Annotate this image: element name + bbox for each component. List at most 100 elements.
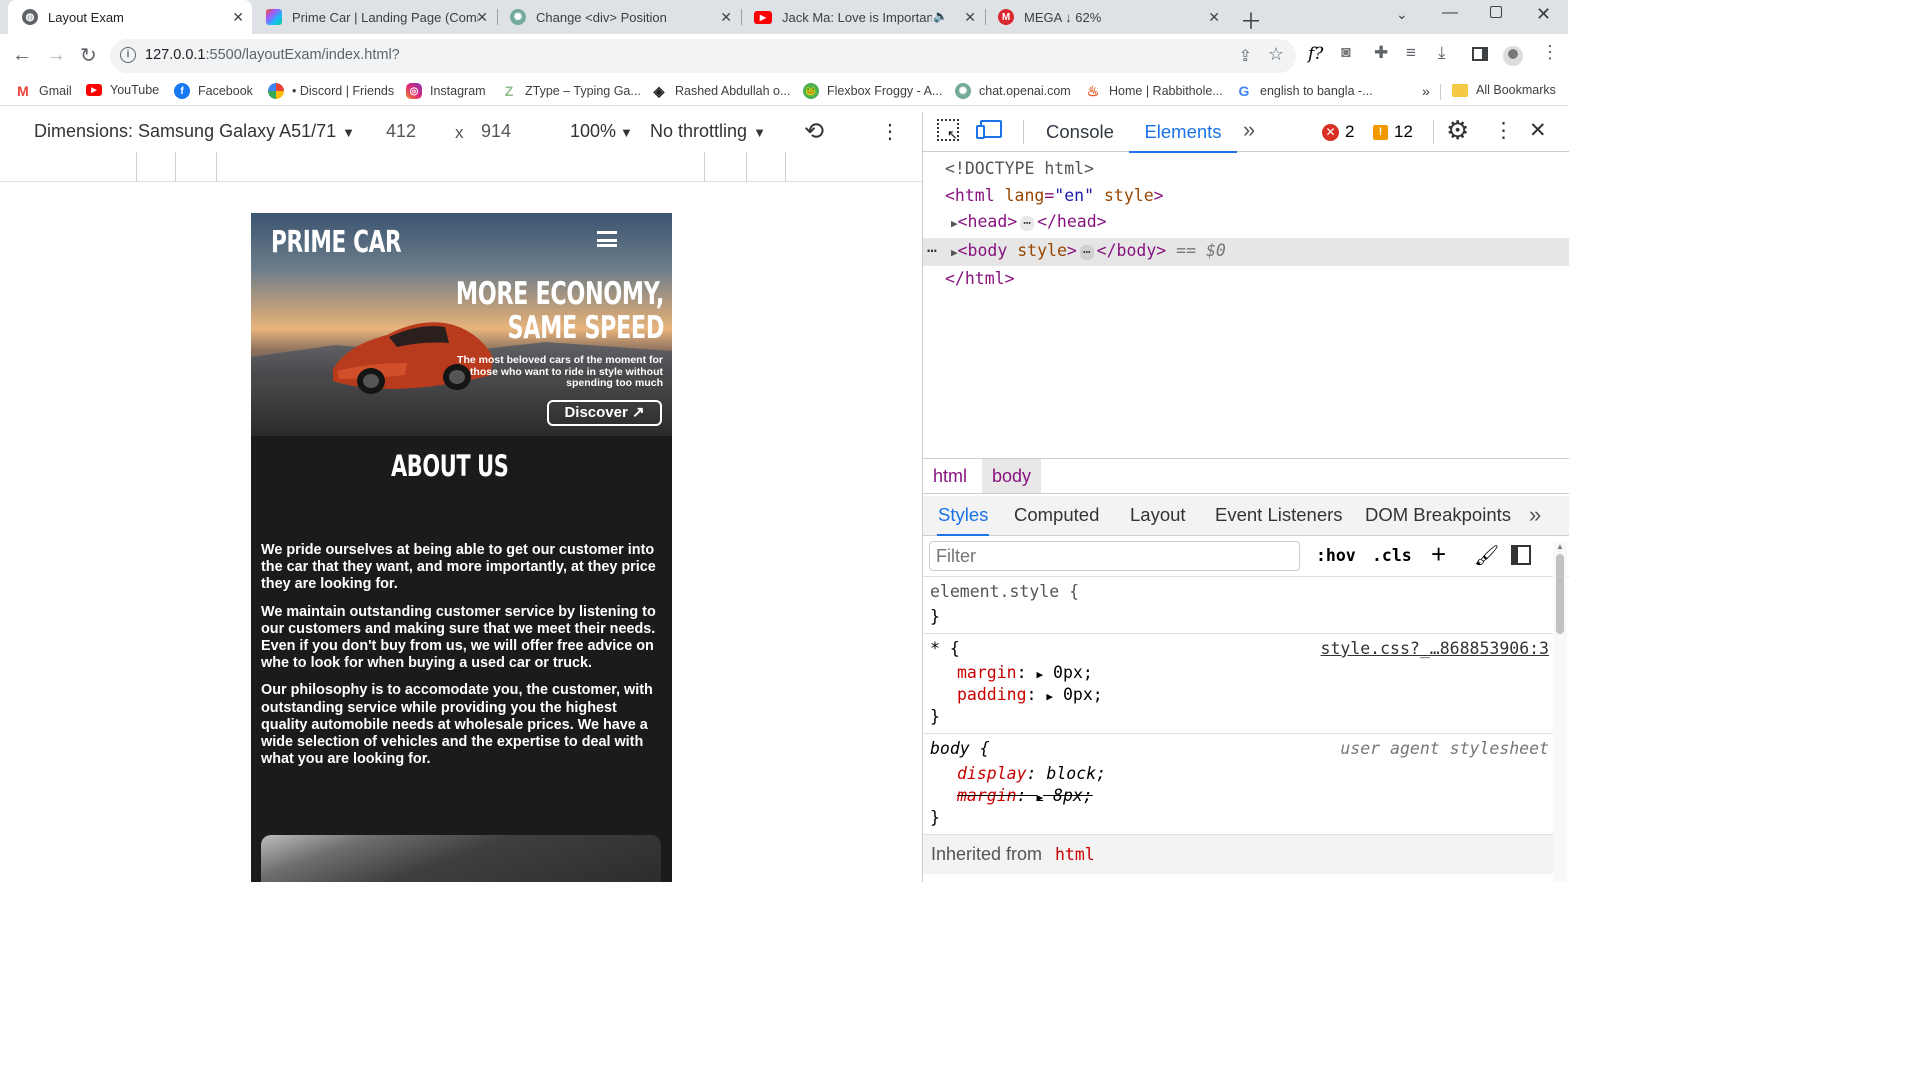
tab-change-div[interactable]: ✺ Change <div> Position ✕ bbox=[496, 0, 740, 34]
dom-row-menu-icon[interactable]: ⋯ bbox=[927, 238, 937, 265]
subtab-event-listeners[interactable]: Event Listeners bbox=[1215, 496, 1343, 534]
paint-brush-icon[interactable]: 🖌 bbox=[1474, 543, 1499, 568]
width-input[interactable]: 412 bbox=[386, 121, 416, 142]
url-text[interactable]: 127.0.0.1:5500/layoutExam/index.html? bbox=[145, 47, 400, 63]
styles-filter-input[interactable] bbox=[929, 541, 1300, 571]
speaker-icon[interactable]: 🔈 bbox=[933, 9, 948, 23]
rule-source-link[interactable]: style.css?_…868853906:3 bbox=[1321, 639, 1549, 658]
subtab-dom-breakpoints[interactable]: DOM Breakpoints bbox=[1365, 496, 1511, 534]
rule-universal-selector[interactable]: * { bbox=[930, 639, 960, 658]
error-badge[interactable]: ✕ 2 bbox=[1322, 122, 1354, 142]
bookmark-ztype[interactable]: Z ZType – Typing Ga... bbox=[501, 83, 641, 99]
address-bar[interactable]: i 127.0.0.1:5500/layoutExam/index.html? … bbox=[110, 39, 1296, 73]
maximize-button[interactable] bbox=[1490, 6, 1502, 18]
close-icon[interactable]: ✕ bbox=[1208, 9, 1220, 26]
media-query-bar[interactable] bbox=[0, 152, 922, 182]
expand-triangle-icon[interactable]: ▶ bbox=[951, 246, 958, 259]
bookmark-star-icon[interactable]: ☆ bbox=[1268, 44, 1284, 65]
rule-prop-margin[interactable]: margin: ▶ 0px; bbox=[957, 663, 1093, 682]
dom-html-node[interactable]: <html lang="en" style> bbox=[923, 183, 1569, 210]
throttling-select[interactable]: No throttling ▼ bbox=[650, 121, 766, 142]
dom-html-close[interactable]: </html> bbox=[923, 266, 1569, 293]
bookmark-rabbithole[interactable]: ♨ Home | Rabbithole... bbox=[1085, 83, 1223, 99]
minimize-button[interactable]: — bbox=[1442, 4, 1458, 22]
hamburger-menu-icon[interactable] bbox=[597, 231, 617, 247]
bookmark-facebook[interactable]: f Facebook bbox=[174, 83, 253, 99]
extensions-icon[interactable]: ✚ bbox=[1374, 43, 1388, 63]
bookmark-rashed[interactable]: ◈ Rashed Abdullah o... bbox=[651, 83, 791, 99]
rule-prop-display[interactable]: display: block; bbox=[957, 764, 1106, 783]
close-icon[interactable]: ✕ bbox=[720, 9, 732, 26]
back-button[interactable]: ← bbox=[12, 44, 32, 67]
tab-elements[interactable]: Elements bbox=[1129, 112, 1237, 153]
bookmark-chatgpt[interactable]: ✺ chat.openai.com bbox=[955, 83, 1071, 99]
tab-prime-car[interactable]: Prime Car | Landing Page (Comm ✕ bbox=[252, 0, 496, 34]
breadcrumb-html[interactable]: html bbox=[933, 459, 967, 493]
close-icon[interactable]: ✕ bbox=[476, 9, 488, 26]
bookmark-flexbox-froggy[interactable]: 🐸 Flexbox Froggy - A... bbox=[803, 83, 942, 99]
tab-search-icon[interactable]: ⌄ bbox=[1396, 6, 1408, 23]
expand-triangle-icon[interactable]: ▶ bbox=[1036, 791, 1043, 804]
subtab-styles[interactable]: Styles bbox=[937, 496, 990, 536]
scroll-up-icon[interactable]: ▲ bbox=[1556, 542, 1564, 551]
new-tab-button[interactable]: ＋ bbox=[1240, 4, 1262, 36]
device-more-icon[interactable]: ⋮ bbox=[880, 119, 900, 144]
more-tabs-icon[interactable]: » bbox=[1243, 117, 1255, 143]
breadcrumb-body[interactable]: body bbox=[982, 459, 1042, 493]
scrollbar-thumb[interactable] bbox=[1556, 554, 1564, 634]
download-icon[interactable]: ⤓ bbox=[1438, 43, 1446, 63]
bookmark-discord[interactable]: • Discord | Friends bbox=[268, 83, 394, 99]
site-info-icon[interactable]: i bbox=[120, 47, 136, 63]
styles-scrollbar[interactable]: ▲ bbox=[1553, 542, 1567, 882]
tab-console[interactable]: Console bbox=[1046, 112, 1114, 152]
class-toggle[interactable]: .cls bbox=[1372, 546, 1412, 565]
dom-ellipsis[interactable]: ⋯ bbox=[1079, 244, 1094, 260]
forward-button[interactable]: → bbox=[46, 44, 66, 67]
all-bookmarks[interactable]: All Bookmarks bbox=[1452, 83, 1556, 97]
avatar[interactable] bbox=[1503, 46, 1523, 66]
rule-element-style-selector[interactable]: element.style { bbox=[930, 582, 1079, 601]
inherited-tag[interactable]: html bbox=[1055, 845, 1095, 864]
warning-badge[interactable]: ! 12 bbox=[1373, 122, 1413, 142]
device-select[interactable]: Dimensions: Samsung Galaxy A51/71 ▼ bbox=[34, 121, 355, 142]
bookmark-instagram[interactable]: ◎ Instagram bbox=[406, 83, 486, 99]
new-style-rule-icon[interactable]: + bbox=[1431, 539, 1446, 570]
formula-icon[interactable]: f? bbox=[1308, 44, 1323, 64]
close-window-button[interactable]: ✕ bbox=[1536, 4, 1551, 25]
subtab-layout[interactable]: Layout bbox=[1130, 496, 1186, 534]
reading-list-icon[interactable]: ≡ bbox=[1406, 43, 1416, 63]
rule-prop-margin-overridden[interactable]: margin: ▶ 8px; bbox=[957, 786, 1093, 805]
expand-triangle-icon[interactable]: ▶ bbox=[1046, 690, 1053, 703]
bookmarks-overflow-icon[interactable]: » bbox=[1422, 83, 1430, 99]
side-panel-icon[interactable] bbox=[1472, 47, 1488, 61]
settings-gear-icon[interactable]: ⚙ bbox=[1446, 115, 1469, 146]
dom-body-node[interactable]: ⋯ ▶<body style> ⋯ </body> == $0 bbox=[923, 237, 1569, 266]
zoom-select[interactable]: 100% ▼ bbox=[570, 121, 633, 142]
expand-triangle-icon[interactable]: ▶ bbox=[951, 217, 958, 230]
dom-ellipsis[interactable]: ⋯ bbox=[1020, 216, 1035, 231]
close-devtools-icon[interactable]: ✕ bbox=[1529, 118, 1547, 143]
rotate-icon[interactable]: ⟲ bbox=[804, 117, 824, 146]
rule-body-selector[interactable]: body { bbox=[930, 739, 990, 758]
expand-triangle-icon[interactable]: ▶ bbox=[1036, 668, 1043, 681]
tab-jack-ma[interactable]: ▶ Jack Ma: Love is Important Ir 🔈 ✕ bbox=[740, 0, 984, 34]
close-icon[interactable]: ✕ bbox=[964, 9, 976, 26]
more-subtabs-icon[interactable]: » bbox=[1529, 496, 1541, 534]
bookmark-gmail[interactable]: M Gmail bbox=[15, 83, 72, 99]
tab-mega[interactable]: M MEGA ↓ 62% ✕ bbox=[984, 0, 1228, 34]
rule-prop-padding[interactable]: padding: ▶ 0px; bbox=[957, 685, 1103, 704]
dom-doctype[interactable]: <!DOCTYPE html> bbox=[923, 156, 1569, 183]
hover-state-toggle[interactable]: :hov bbox=[1316, 546, 1356, 565]
site-logo[interactable]: PRIME CAR bbox=[271, 225, 402, 260]
reload-button[interactable]: ↻ bbox=[80, 43, 97, 68]
bookmark-english-bangla[interactable]: Genglish to bangla -... bbox=[1236, 83, 1373, 99]
device-toggle-icon[interactable] bbox=[976, 120, 1002, 139]
browser-menu-icon[interactable]: ⋮ bbox=[1541, 42, 1559, 63]
toggle-sidebar-icon[interactable] bbox=[1511, 545, 1531, 565]
devtools-menu-icon[interactable]: ⋮ bbox=[1493, 118, 1514, 143]
tab-layout-exam[interactable]: ◍ Layout Exam ✕ bbox=[8, 0, 252, 34]
close-icon[interactable]: ✕ bbox=[232, 9, 244, 26]
subtab-computed[interactable]: Computed bbox=[1014, 496, 1099, 534]
height-input[interactable]: 914 bbox=[481, 121, 511, 142]
camera-icon[interactable]: ◙ bbox=[1341, 44, 1351, 62]
